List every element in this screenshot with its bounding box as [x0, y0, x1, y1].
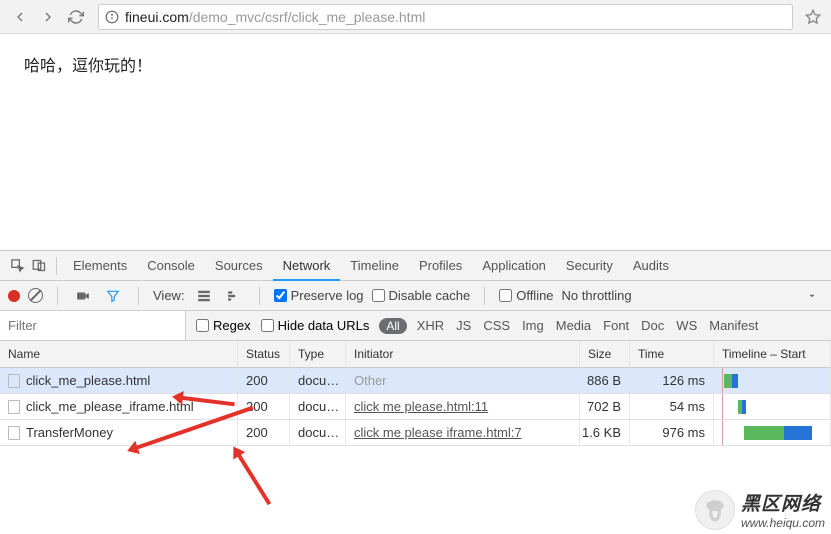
- request-size: 1.6 KB: [580, 420, 630, 446]
- devtools-tab-application[interactable]: Application: [472, 251, 556, 281]
- bookmark-button[interactable]: [801, 9, 825, 25]
- network-table: NameStatusTypeInitiatorSizeTimeTimeline …: [0, 341, 831, 446]
- request-status: 200: [238, 394, 290, 420]
- filter-type-font[interactable]: Font: [603, 318, 629, 333]
- page-content: 哈哈，逗你玩的！: [0, 34, 831, 250]
- request-type: docu…: [290, 394, 346, 420]
- large-rows-icon[interactable]: [193, 285, 215, 307]
- inspect-icon[interactable]: [6, 255, 28, 277]
- filter-type-media[interactable]: Media: [556, 318, 591, 333]
- camera-icon[interactable]: [72, 285, 94, 307]
- request-time: 126 ms: [630, 368, 714, 394]
- filter-icon[interactable]: [102, 285, 124, 307]
- devtools-tab-security[interactable]: Security: [556, 251, 623, 281]
- address-bar[interactable]: fineui.com/demo_mvc/csrf/click_me_please…: [98, 4, 793, 30]
- watermark-url: www.heiqu.com: [741, 516, 825, 530]
- watermark: 黑区网络 www.heiqu.com: [695, 489, 825, 530]
- devtools-tab-sources[interactable]: Sources: [205, 251, 273, 281]
- filter-type-css[interactable]: CSS: [483, 318, 510, 333]
- reload-button[interactable]: [62, 3, 90, 31]
- devtools-tab-timeline[interactable]: Timeline: [340, 251, 409, 281]
- page-text: 哈哈，逗你玩的！: [24, 52, 807, 76]
- request-name[interactable]: click_me_please.html: [0, 368, 238, 394]
- offline-checkbox[interactable]: Offline: [499, 288, 553, 303]
- request-initiator[interactable]: click me please.html:11: [346, 394, 580, 420]
- filter-all[interactable]: All: [379, 318, 406, 334]
- request-time: 54 ms: [630, 394, 714, 420]
- request-size: 702 B: [580, 394, 630, 420]
- filter-type-xhr[interactable]: XHR: [417, 318, 444, 333]
- request-timeline: [714, 368, 831, 394]
- column-header-status[interactable]: Status: [238, 341, 290, 368]
- request-name[interactable]: click_me_please_iframe.html: [0, 394, 238, 420]
- request-initiator[interactable]: click me please iframe.html:7: [346, 420, 580, 446]
- forward-button[interactable]: [34, 3, 62, 31]
- network-toolbar: View: Preserve log Disable cache Offline…: [0, 281, 831, 311]
- record-button[interactable]: [8, 290, 20, 302]
- back-button[interactable]: [6, 3, 34, 31]
- request-name[interactable]: TransferMoney: [0, 420, 238, 446]
- request-timeline: [714, 420, 831, 446]
- throttling-chevron-icon[interactable]: [801, 285, 823, 307]
- devtools-panel: ElementsConsoleSourcesNetworkTimelinePro…: [0, 250, 831, 446]
- column-header-timeline[interactable]: Timeline – Start: [714, 341, 831, 368]
- filter-input[interactable]: [0, 311, 186, 340]
- clear-button[interactable]: [28, 288, 43, 303]
- devtools-tab-elements[interactable]: Elements: [63, 251, 137, 281]
- preserve-log-checkbox[interactable]: Preserve log: [274, 288, 364, 303]
- view-label: View:: [153, 288, 185, 303]
- column-header-size[interactable]: Size: [580, 341, 630, 368]
- info-icon: [105, 10, 119, 24]
- request-type: docu…: [290, 420, 346, 446]
- column-header-name[interactable]: Name: [0, 341, 238, 368]
- devtools-tabs: ElementsConsoleSourcesNetworkTimelinePro…: [0, 251, 831, 281]
- request-status: 200: [238, 368, 290, 394]
- devtools-tab-console[interactable]: Console: [137, 251, 205, 281]
- overview-icon[interactable]: [223, 285, 245, 307]
- filter-type-img[interactable]: Img: [522, 318, 544, 333]
- filter-type-manifest[interactable]: Manifest: [709, 318, 758, 333]
- request-time: 976 ms: [630, 420, 714, 446]
- request-size: 886 B: [580, 368, 630, 394]
- filter-type-doc[interactable]: Doc: [641, 318, 664, 333]
- watermark-logo-icon: [695, 490, 735, 530]
- request-type: docu…: [290, 368, 346, 394]
- devtools-tab-audits[interactable]: Audits: [623, 251, 679, 281]
- regex-checkbox[interactable]: Regex: [196, 318, 251, 333]
- filter-type-ws[interactable]: WS: [676, 318, 697, 333]
- filter-type-js[interactable]: JS: [456, 318, 471, 333]
- devtools-tab-profiles[interactable]: Profiles: [409, 251, 472, 281]
- column-header-time[interactable]: Time: [630, 341, 714, 368]
- disable-cache-checkbox[interactable]: Disable cache: [372, 288, 471, 303]
- network-filter-bar: Regex Hide data URLs All XHR JS CSS Img Medi…: [0, 311, 831, 341]
- url-text: fineui.com/demo_mvc/csrf/click_me_please…: [125, 9, 425, 25]
- request-timeline: [714, 394, 831, 420]
- column-header-type[interactable]: Type: [290, 341, 346, 368]
- hide-data-urls-checkbox[interactable]: Hide data URLs: [261, 318, 370, 333]
- browser-toolbar: fineui.com/demo_mvc/csrf/click_me_please…: [0, 0, 831, 34]
- request-status: 200: [238, 420, 290, 446]
- device-toggle-icon[interactable]: [28, 255, 50, 277]
- column-header-initiator[interactable]: Initiator: [346, 341, 580, 368]
- throttling-select[interactable]: No throttling: [562, 288, 632, 303]
- request-initiator: Other: [346, 368, 580, 394]
- devtools-tab-network[interactable]: Network: [273, 251, 341, 281]
- watermark-title: 黑区网络: [741, 489, 825, 516]
- annotation-arrow: [233, 448, 271, 505]
